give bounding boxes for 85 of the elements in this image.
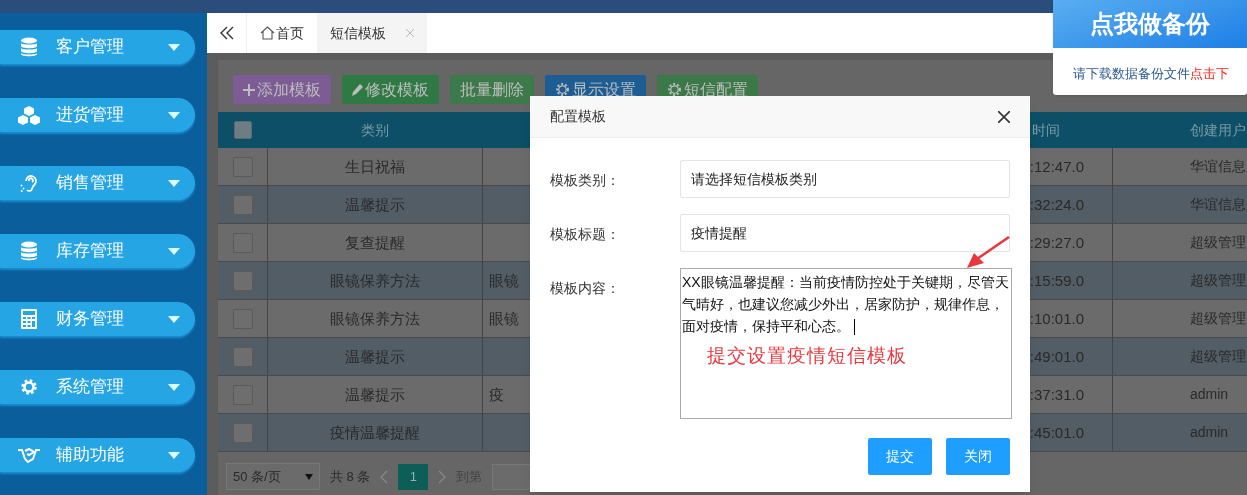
table-cell-text: 眼镜 [489, 270, 519, 291]
sidebar-item[interactable]: 财务管理 [0, 302, 195, 336]
sidebar-item[interactable]: 销售管理 [0, 166, 195, 200]
gear-icon [555, 82, 570, 97]
popup-message: 请下载数据备份文件 [1073, 65, 1190, 83]
table-cell-text: admin [1190, 423, 1229, 443]
table-cell-text: 温馨提示 [345, 194, 405, 215]
checkbox[interactable] [233, 121, 252, 140]
caret-icon [168, 451, 180, 459]
pencil-icon [352, 83, 363, 96]
table-cell-text: 超级管理 [1190, 309, 1246, 329]
table-cell-text: 眼镜 [489, 308, 519, 329]
field-label: 模板内容： [550, 279, 621, 298]
title-field[interactable]: 疫情提醒 [680, 214, 1010, 252]
table-cell-text: :49:01.0 [1029, 346, 1084, 367]
gear-icon [20, 378, 38, 396]
sidebar-item[interactable]: 进货管理 [0, 98, 195, 132]
table-cell-text: :32:24.0 [1029, 194, 1084, 215]
annotation-arrow [965, 236, 1010, 270]
sidebar-item[interactable]: 客户管理 [0, 30, 195, 64]
column-header: 时间 [1032, 120, 1060, 140]
close-icon[interactable] [998, 110, 1010, 123]
table-cell-text: :37:31.0 [1029, 384, 1084, 405]
table-cell-text: 疫情温馨提醒 [330, 422, 420, 443]
home-icon [260, 26, 275, 40]
checkbox[interactable] [232, 422, 253, 443]
cubes-icon [17, 105, 41, 125]
caret-icon [305, 473, 313, 480]
page-button[interactable]: 1 [398, 463, 429, 490]
banner-text: 点我做备份 [1090, 9, 1210, 39]
table-cell-text: 生日祝福 [345, 156, 405, 177]
calculator-icon [21, 309, 37, 329]
sidebar-item[interactable]: 辅助功能 [0, 438, 195, 472]
close-button[interactable]: 关闭 [946, 438, 1010, 475]
table-cell-text: :29:27.0 [1029, 232, 1084, 253]
table-cell-text: 眼镜保养方法 [330, 308, 420, 329]
table-cell-text: 复查提醒 [345, 232, 405, 253]
page-size-select[interactable]: 50 条/页 [226, 463, 320, 491]
caret-icon [168, 43, 180, 51]
table-cell-text: :12:47.0 [1029, 156, 1084, 177]
toolbar-button[interactable]: 修改模板 [342, 75, 439, 104]
table-cell-text: admin [1190, 385, 1229, 405]
checkbox[interactable] [232, 270, 253, 291]
annotation-text: 提交设置疫情短信模板 [707, 345, 907, 367]
download-link[interactable]: 点击下 [1190, 64, 1229, 84]
database-icon [20, 241, 38, 261]
table-cell-text: 眼镜保养方法 [330, 270, 420, 291]
page-input[interactable] [492, 463, 533, 490]
table-cell-text: 华谊信息 [1190, 195, 1246, 215]
database-icon [20, 37, 38, 57]
table-cell-text: 超级管理 [1190, 233, 1246, 253]
sidebar-item[interactable]: 库存管理 [0, 234, 195, 268]
dialog-title: 配置模板 [550, 107, 606, 126]
caret-icon [168, 179, 180, 187]
caret-icon [168, 315, 180, 323]
previous-page-icon[interactable] [380, 469, 389, 484]
column-header: 类别 [361, 120, 389, 140]
table-cell-text: 疫 [489, 384, 504, 405]
toolbar-button[interactable]: 添加模板 [233, 75, 331, 104]
field-label: 模板标题： [550, 225, 621, 244]
caret-icon [168, 383, 180, 391]
caret-icon [168, 247, 180, 255]
total-count: 共 8 条 [330, 467, 371, 486]
caret-icon [168, 111, 180, 119]
table-cell-text: 温馨提示 [345, 384, 405, 405]
table-cell-text: 华谊信息 [1190, 157, 1246, 177]
table-cell-text: :10:01.0 [1029, 308, 1084, 329]
tab[interactable]: 短信模板 [317, 13, 427, 53]
plus-icon [243, 83, 255, 96]
field-label: 模板类别： [550, 171, 621, 190]
table-cell-text: 温馨提示 [345, 346, 405, 367]
table-cell-text: :45:01.0 [1029, 422, 1084, 443]
gear-icon [667, 82, 682, 97]
category-select[interactable]: 请选择短信模板类别 [680, 160, 1010, 198]
checkbox[interactable] [232, 346, 253, 367]
toolbar-button[interactable]: 批量删除 [450, 75, 534, 104]
sidebar-item[interactable]: 系统管理 [0, 370, 195, 404]
checkbox[interactable] [232, 194, 253, 215]
column-header: 创建用户 [1190, 120, 1246, 140]
content-field[interactable]: XX眼镜温馨提醒：当前疫情防控处于关键期，尽管天气晴好，也建议您减少外出，居家防护，规律作息，面对疫情，保持平和心态。 提交设置疫情短信模板 [680, 268, 1012, 419]
double-chevron-icon [219, 26, 234, 40]
table-cell-text: :15:59.0 [1029, 270, 1084, 291]
ear-icon [19, 172, 39, 194]
submit-button[interactable]: 提交 [868, 438, 932, 475]
next-page-icon[interactable] [438, 469, 447, 484]
